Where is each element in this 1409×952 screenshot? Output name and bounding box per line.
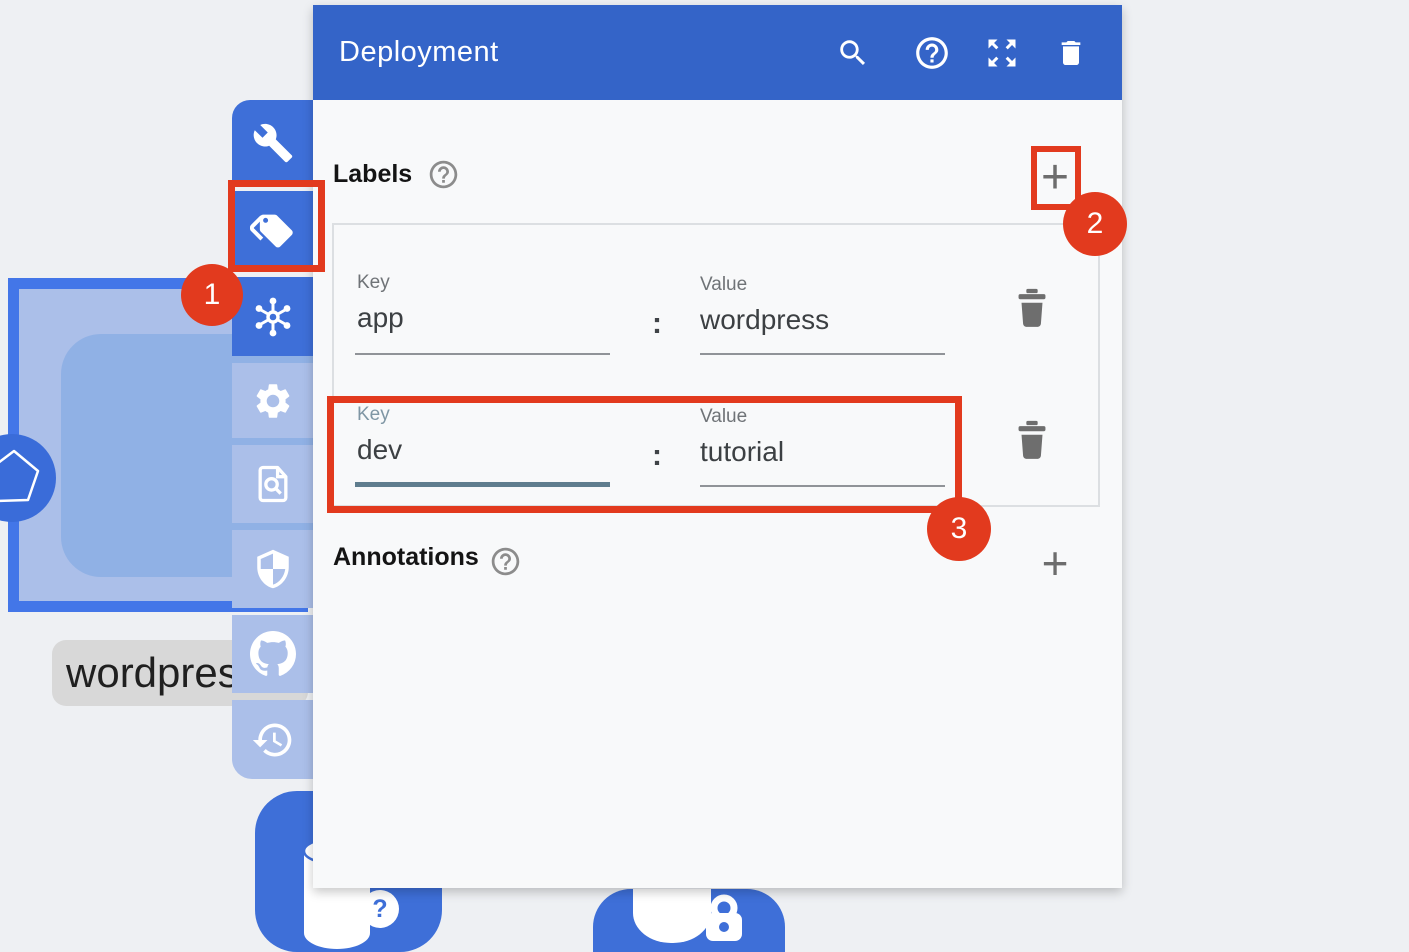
toolbar-item-github[interactable] [232,615,313,693]
delete-icon[interactable] [1055,37,1087,69]
app-root: wordpress ? [0,0,1409,952]
gear-icon [252,380,294,422]
step1-badge: 1 [181,264,243,326]
delete-label-row-button[interactable] [1015,288,1049,328]
question-badge-text: ? [372,895,387,924]
shield-icon [252,548,294,590]
annotations-section-title: Annotations [333,543,479,572]
key-input[interactable] [357,302,607,334]
step2-badge: 2 [1063,192,1127,256]
toolbar-item-document-search[interactable] [232,445,313,523]
value-input[interactable] [700,304,950,336]
document-search-icon [251,462,295,506]
wrench-icon [252,122,294,164]
panel-header: Deployment [313,5,1122,100]
node-label-text: wordpress [66,649,260,697]
database-node-locked[interactable] [593,889,785,952]
delete-label-row-button[interactable] [1015,420,1049,460]
expand-icon[interactable] [984,35,1020,71]
toolbar-item-settings[interactable] [232,363,313,438]
toolbar-item-history[interactable] [232,700,313,779]
github-icon [250,631,296,677]
pentagon-outline-icon [0,434,56,522]
key-field-label: Key [357,272,390,294]
step1-highlight-box [228,180,325,272]
key-underline [355,353,610,355]
colon-separator: : [652,307,662,341]
toolbar-item-hierarchy[interactable] [232,277,313,356]
database-cylinder-icon [633,889,711,943]
lock-icon [703,893,745,943]
value-underline [700,353,945,355]
toolbar-item-properties[interactable] [232,100,313,185]
add-annotation-button[interactable]: + [1029,533,1081,593]
toolbar-item-security[interactable] [232,530,313,608]
search-icon[interactable] [836,36,870,70]
annotations-help-icon[interactable] [489,545,522,578]
labels-help-icon[interactable] [427,158,460,191]
step3-badge: 3 [927,497,991,561]
history-icon [251,718,295,762]
question-badge-icon: ? [361,890,399,928]
labels-section-title: Labels [333,160,412,189]
panel-title: Deployment [339,36,499,69]
help-icon[interactable] [913,34,951,72]
pentagon-icon[interactable] [0,434,56,522]
hub-icon [249,293,297,341]
value-field-label: Value [700,274,747,296]
step3-highlight-box [327,396,962,513]
